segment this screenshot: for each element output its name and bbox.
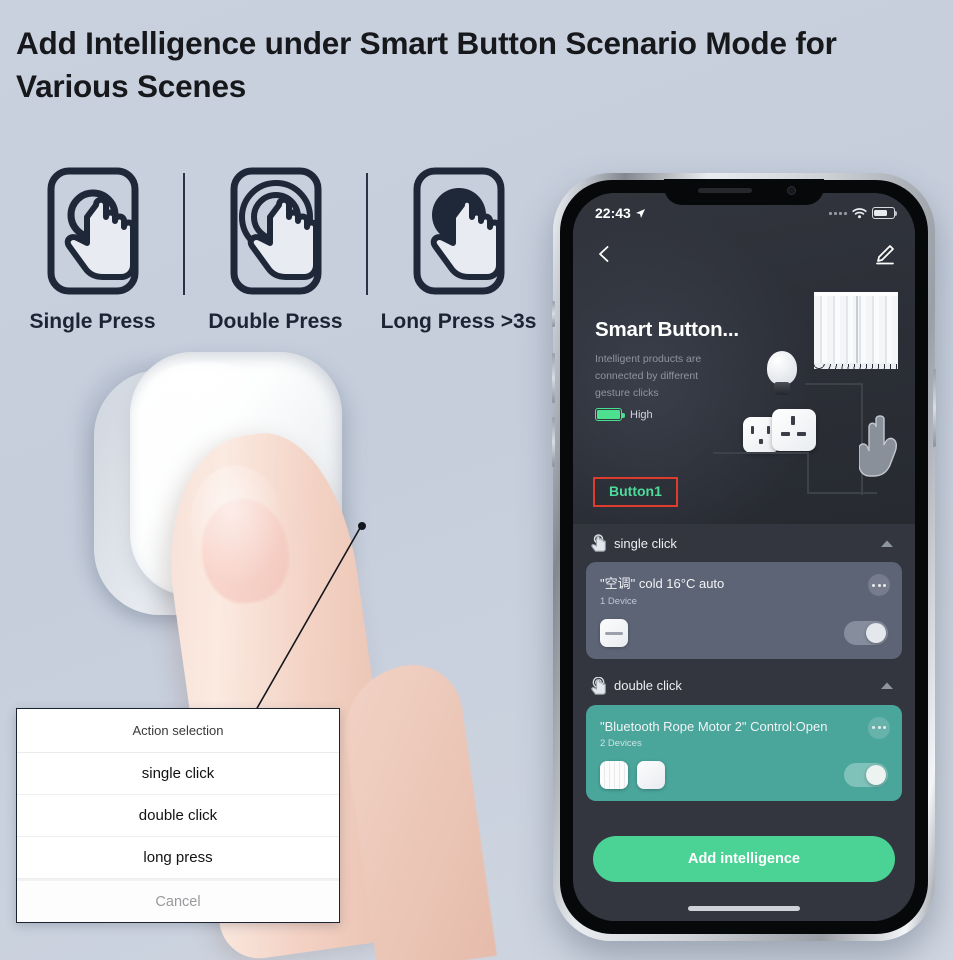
button1-tag-label: Button1 [609, 483, 662, 499]
pointing-hand-icon [859, 415, 898, 477]
phone-mockup: 22:43 Smart Button... Intelligent produc… [552, 173, 936, 941]
connection-line [807, 492, 877, 494]
curtain-center-seam [856, 296, 858, 364]
socket-pin [781, 432, 790, 436]
page-title: Add Intelligence under Smart Button Scen… [16, 25, 837, 104]
volume-up-button[interactable] [552, 353, 555, 403]
battery-status-label: High [630, 408, 653, 421]
option-single-click[interactable]: single click [17, 753, 339, 795]
bulb-base [774, 382, 790, 395]
home-indicator[interactable] [688, 906, 800, 911]
device-description: Intelligent products are connected by di… [595, 353, 702, 399]
blinds-device-thumb [600, 761, 628, 790]
divider [183, 173, 185, 295]
single-tap-icon [47, 167, 138, 295]
socket-pin [791, 416, 795, 425]
double-tap-icon [230, 167, 321, 295]
battery-status-group: High [595, 408, 653, 421]
gesture-item-long-press: Long Press >3s [376, 165, 541, 334]
section-header-single-click[interactable]: single click [586, 524, 902, 562]
connection-line [807, 452, 809, 494]
nav-bar [573, 237, 915, 271]
chevron-left-icon[interactable] [595, 245, 613, 263]
card-toggle-switch[interactable] [844, 620, 888, 645]
card-device-count: 1 Device [600, 595, 637, 607]
section-label: double click [614, 678, 682, 694]
divider [366, 173, 368, 295]
connection-line [805, 383, 863, 385]
phone-screen: 22:43 Smart Button... Intelligent produc… [573, 193, 915, 921]
long-press-icon [413, 167, 504, 295]
action-selection-dialog: Action selection single click double cli… [16, 708, 340, 923]
card-title: "Bluetooth Rope Motor 2" Control:Open [600, 718, 828, 734]
automation-card-single-click[interactable]: "空调" cold 16°C auto 1 Device [586, 562, 902, 659]
gesture-legend: Single Press Double Press Long Press >3s [10, 165, 550, 355]
gesture-label: Double Press [208, 310, 343, 333]
front-camera [787, 186, 796, 195]
button1-tag[interactable]: Button1 [593, 477, 678, 507]
card-footer [600, 761, 888, 790]
card-title: "空调" cold 16°C auto [600, 576, 725, 591]
connection-line [713, 452, 809, 454]
section-header-left: single click [590, 534, 677, 552]
gesture-label: Single Press [29, 310, 156, 333]
double-click-hand-icon [591, 676, 606, 695]
gesture-label: Long Press >3s [380, 310, 537, 333]
light-bulb-icon [765, 351, 799, 399]
dialog-title: Action selection [17, 709, 339, 753]
socket-pin [759, 439, 763, 444]
phone-bezel: 22:43 Smart Button... Intelligent produc… [560, 179, 928, 934]
chevron-up-icon[interactable] [880, 681, 894, 690]
more-options-icon[interactable] [868, 574, 890, 596]
section-label: single click [614, 535, 677, 551]
wifi-icon [852, 208, 867, 219]
gesture-item-single-press: Single Press [10, 165, 175, 334]
motor-device-thumb [637, 761, 665, 790]
section-header-left: double click [590, 676, 682, 695]
status-time: 22:43 [595, 205, 631, 221]
battery-icon [872, 207, 898, 219]
add-intelligence-button[interactable]: Add intelligence [593, 836, 895, 882]
card-footer [600, 618, 888, 647]
status-time-group: 22:43 [595, 205, 646, 221]
option-long-press[interactable]: long press [17, 837, 339, 879]
mute-switch[interactable] [552, 301, 555, 327]
more-options-icon[interactable] [868, 716, 890, 739]
section-header-double-click[interactable]: double click [586, 667, 902, 705]
automation-card-double-click[interactable]: "Bluetooth Rope Motor 2" Control:Open 2 … [586, 704, 902, 802]
battery-full-green-icon [595, 408, 625, 421]
device-thumbnails [600, 618, 628, 647]
gesture-item-double-press: Double Press [193, 165, 358, 334]
earpiece-speaker [698, 188, 752, 193]
single-click-hand-icon [591, 534, 606, 552]
socket-pin [767, 426, 770, 434]
power-socket-icon [772, 409, 816, 451]
status-indicators [829, 207, 898, 219]
cancel-button[interactable]: Cancel [17, 879, 339, 922]
option-double-click[interactable]: double click [17, 795, 339, 837]
ac-device-thumb [600, 618, 628, 647]
device-title: Smart Button... [595, 318, 739, 341]
volume-down-button[interactable] [552, 417, 555, 467]
socket-pin [797, 432, 806, 436]
card-device-count: 2 Devices [600, 738, 642, 750]
bulb-glass [767, 351, 797, 385]
automation-list: single click "空调" cold 16°C auto 1 Devic… [573, 524, 915, 921]
card-toggle-switch[interactable] [844, 763, 888, 788]
hero-banner: 22:43 Smart Button... Intelligent produc… [573, 193, 915, 524]
socket-pin [751, 426, 754, 434]
pencil-edit-icon[interactable] [874, 244, 895, 265]
chevron-up-icon[interactable] [880, 539, 894, 548]
signal-dots-icon [829, 211, 847, 215]
device-thumbnails [600, 761, 665, 790]
power-button[interactable] [933, 369, 936, 447]
location-arrow-icon [635, 208, 645, 218]
notch [664, 179, 824, 205]
curtain-icon [814, 292, 898, 369]
